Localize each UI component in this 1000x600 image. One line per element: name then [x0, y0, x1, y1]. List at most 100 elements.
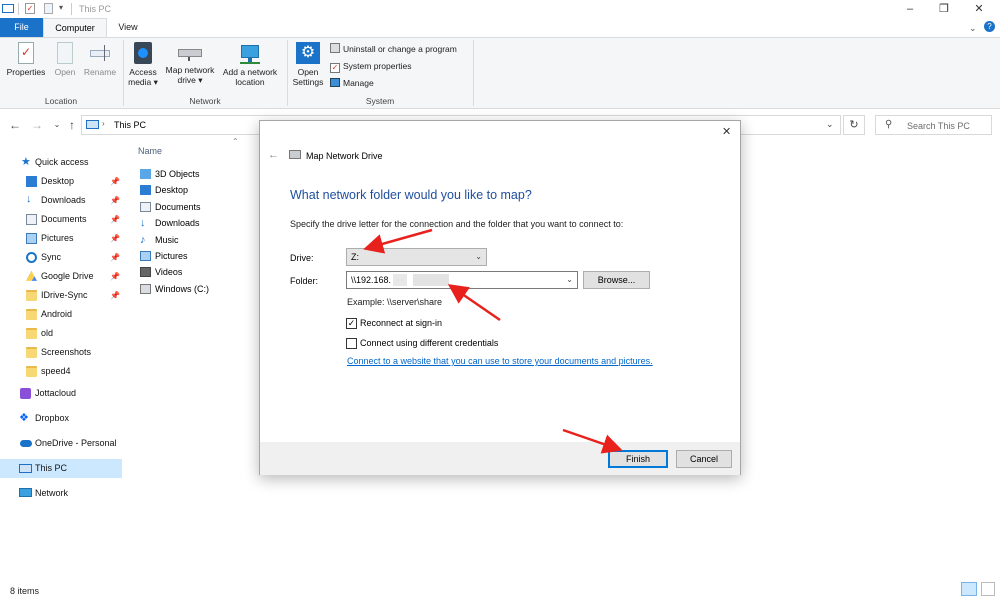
minimize-icon[interactable]: –	[903, 2, 917, 16]
download-arrow-icon: ↓	[26, 193, 32, 205]
drive-select[interactable]: Z: ⌄	[346, 248, 487, 266]
3d-objects-icon	[140, 169, 151, 179]
sort-ascending-icon: ⌃	[232, 137, 239, 146]
nav-google-drive[interactable]: Google Drive 📌	[0, 267, 122, 286]
desktop-icon	[140, 185, 151, 195]
up-arrow-icon[interactable]: ↑	[65, 117, 79, 133]
redacted-block	[393, 274, 407, 286]
title-bar: ✓ ▾ This PC – ❐ ✕	[0, 0, 1000, 18]
properties-button[interactable]: ✓ Properties	[4, 42, 48, 77]
folder-input[interactable]: \\192.168.	[351, 275, 391, 285]
folder-icon	[26, 366, 37, 377]
manage-icon	[330, 78, 340, 87]
dialog-footer: Finish Cancel	[260, 442, 740, 475]
documents-icon	[26, 214, 37, 225]
group-label-location: Location	[44, 96, 78, 106]
nav-network[interactable]: Network	[0, 484, 122, 503]
folder-icon	[26, 328, 37, 339]
group-label-network: Network	[189, 96, 221, 106]
nav-old[interactable]: old	[0, 324, 122, 343]
breadcrumb[interactable]: This PC	[114, 120, 146, 130]
search-box[interactable]: ⚲ Search This PC	[875, 115, 992, 135]
chevron-down-icon[interactable]: ⌄	[566, 272, 573, 288]
nav-documents[interactable]: Documents 📌	[0, 210, 122, 229]
item-count: 8 items	[10, 586, 40, 596]
pictures-icon	[26, 233, 37, 244]
media-server-icon	[134, 42, 152, 64]
address-dropdown-icon[interactable]: ⌄	[826, 119, 834, 130]
large-icons-view-icon[interactable]	[981, 582, 995, 596]
store-documents-link[interactable]: Connect to a website that you can use to…	[347, 356, 653, 366]
pin-icon: 📌	[110, 196, 120, 205]
details-view-icon[interactable]	[961, 582, 977, 596]
jottacloud-icon	[20, 388, 31, 399]
nav-pictures[interactable]: Pictures 📌	[0, 229, 122, 248]
nav-speed4[interactable]: speed4	[0, 362, 122, 381]
google-drive-icon	[26, 271, 37, 281]
search-icon: ⚲	[885, 119, 893, 130]
pin-icon: 📌	[110, 272, 120, 281]
reconnect-label: Reconnect at sign-in	[360, 318, 443, 328]
refresh-button[interactable]: ↻	[843, 115, 865, 135]
tab-computer[interactable]: Computer	[43, 18, 107, 37]
cancel-button[interactable]: Cancel	[676, 450, 732, 468]
finish-button[interactable]: Finish	[608, 450, 668, 468]
nav-onedrive[interactable]: OneDrive - Personal	[0, 434, 122, 453]
help-icon[interactable]: ?	[984, 21, 995, 32]
pin-icon: 📌	[110, 177, 120, 186]
column-header-name[interactable]: Name	[138, 146, 162, 156]
rename-icon	[89, 42, 111, 64]
properties-quick-icon[interactable]: ✓	[25, 3, 35, 14]
documents-icon	[140, 202, 151, 212]
nav-sync[interactable]: Sync 📌	[0, 248, 122, 267]
network-icon	[19, 488, 32, 497]
forward-arrow-icon[interactable]: →	[30, 117, 44, 133]
close-dialog-icon[interactable]: ✕	[722, 125, 731, 138]
customize-toolbar-icon[interactable]: ▾	[59, 3, 63, 15]
gear-icon: ⚙	[296, 42, 320, 64]
videos-icon	[140, 267, 151, 277]
nav-quick-access[interactable]: ★ Quick access	[0, 153, 122, 172]
nav-android[interactable]: Android	[0, 305, 122, 324]
nav-dropbox[interactable]: ❖ Dropbox	[0, 409, 122, 428]
nav-desktop[interactable]: Desktop 📌	[0, 172, 122, 191]
nav-this-pc[interactable]: This PC	[0, 459, 122, 478]
nav-downloads[interactable]: ↓ Downloads 📌	[0, 191, 122, 210]
rename-button[interactable]: Rename	[82, 42, 118, 77]
maximize-icon[interactable]: ❐	[937, 2, 951, 16]
folder-combobox[interactable]: \\192.168. ⌄	[346, 271, 578, 289]
browse-button[interactable]: Browse...	[583, 271, 650, 289]
different-credentials-checkbox[interactable]	[346, 338, 357, 349]
add-network-location-button[interactable]: Add a network location	[219, 42, 281, 87]
computer-icon	[86, 120, 99, 129]
nav-idrive-sync[interactable]: IDrive-Sync 📌	[0, 286, 122, 305]
map-network-drive-button[interactable]: Map network drive ▾	[161, 42, 219, 85]
new-folder-quick-icon[interactable]	[44, 3, 53, 14]
recent-locations-icon[interactable]: ⌄	[50, 117, 64, 133]
open-button[interactable]: Open	[50, 42, 80, 77]
dropbox-icon: ❖	[19, 412, 29, 424]
different-credentials-label: Connect using different credentials	[360, 338, 499, 348]
explorer-icon	[2, 4, 14, 13]
dialog-title: Map Network Drive	[306, 151, 383, 161]
nav-jottacloud[interactable]: Jottacloud	[0, 384, 122, 403]
reconnect-checkbox[interactable]: ✓	[346, 318, 357, 329]
system-properties-button[interactable]: ✓ System properties	[330, 58, 412, 74]
manage-button[interactable]: Manage	[330, 75, 374, 91]
back-arrow-icon[interactable]: ←	[8, 117, 22, 133]
pin-icon: 📌	[110, 291, 120, 300]
tab-view[interactable]: View	[108, 18, 148, 37]
star-icon: ★	[21, 156, 31, 168]
ribbon: ✓ Properties Open Rename Location Access…	[0, 37, 1000, 109]
expand-ribbon-icon[interactable]: ⌄	[969, 23, 977, 34]
uninstall-program-button[interactable]: Uninstall or change a program	[330, 41, 457, 57]
access-media-button[interactable]: Access media ▾	[126, 42, 160, 87]
close-window-icon[interactable]: ✕	[972, 2, 986, 16]
open-settings-button[interactable]: ⚙ Open Settings	[289, 42, 327, 87]
tab-file[interactable]: File	[0, 18, 43, 37]
nav-screenshots[interactable]: Screenshots	[0, 343, 122, 362]
network-location-icon	[239, 44, 261, 64]
back-arrow-icon[interactable]: ←	[268, 149, 279, 161]
folder-icon	[26, 347, 37, 358]
search-input[interactable]: Search This PC	[907, 121, 970, 131]
